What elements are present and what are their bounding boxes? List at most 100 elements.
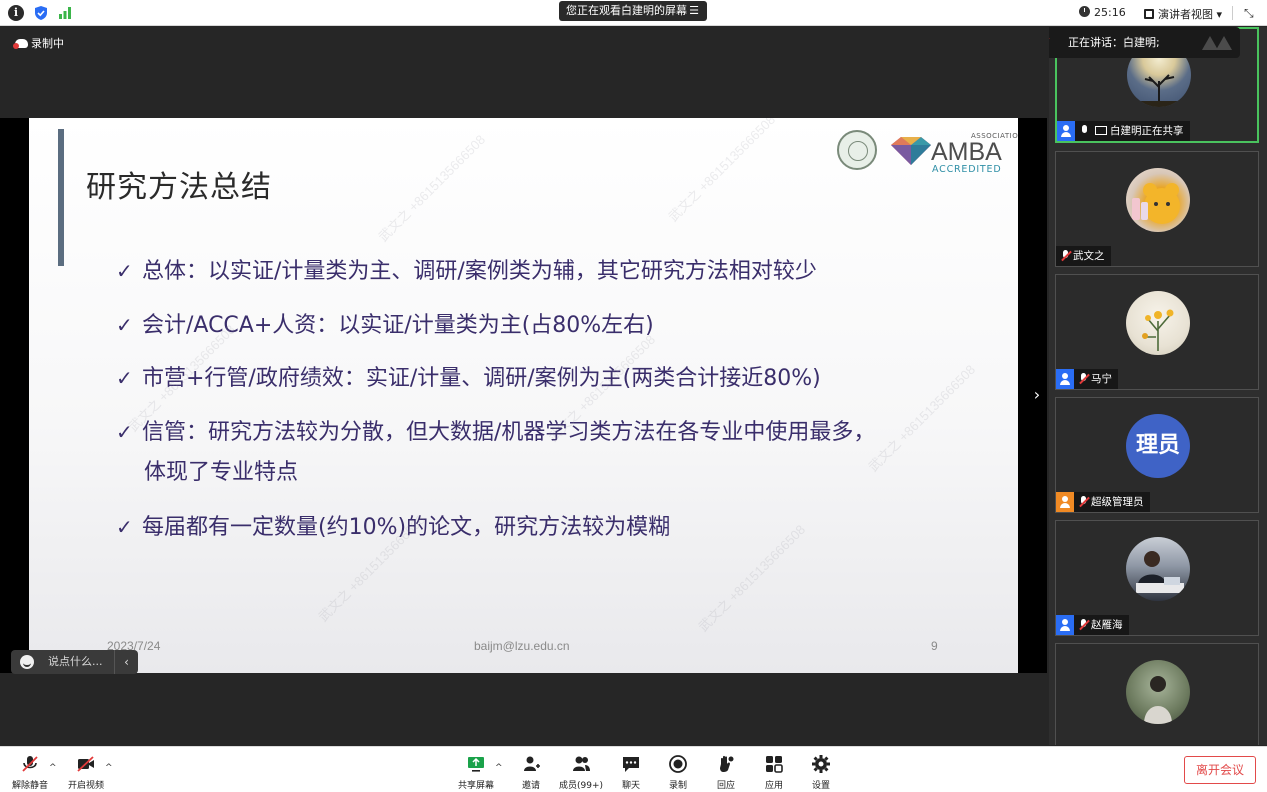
emoji-icon[interactable] [20,655,34,669]
amba-text: AMBA [931,138,1002,166]
start-video-button[interactable]: 开启视频 [64,750,108,791]
muted-mic-icon [1077,369,1091,389]
view-mode-label: 演讲者视图 [1158,8,1213,21]
flower-icon [1142,309,1174,351]
gear-icon [812,755,830,773]
speaking-banner: 正在讲话：白建明; [1049,27,1240,58]
amba-logo: ASSOCIATION AMBA ACCREDITED [889,130,1018,175]
bullet-4-text: 信管：研究方法较为分散，但大数据/机器学习类方法在各专业中使用最多， [142,420,876,445]
signal-icon[interactable] [57,5,73,21]
invite-icon [524,756,540,771]
cloud-record-icon [13,39,28,49]
participant-name: 白建明正在共享 [1110,125,1184,137]
participant-panel: 白建明正在共享 正在讲话：白建明; 武文之 马宁 理员 超级管理员 赵雁海 [1049,27,1267,745]
check-icon: ✓ [116,515,133,539]
speaking-text: 正在讲话：白建明; [1068,36,1160,49]
shield-icon[interactable] [33,5,49,21]
muted-mic-icon [1077,615,1091,635]
top-status-bar: i 您正在观看白建明的屏幕 ☰ 25:16 演讲者视图 ▾ ⤡ [0,0,1267,26]
check-icon: ✓ [116,259,133,283]
unmute-button[interactable]: 解除静音 [8,750,52,791]
timer-text: 25:16 [1094,6,1126,19]
menu-icon: ☰ [689,4,699,17]
quick-chat-input[interactable]: 说点什么... ‹ [11,650,138,674]
share-status-pill[interactable]: 您正在观看白建明的屏幕 ☰ [559,1,707,21]
watermark: 武文之 +8615135666508 [665,118,779,225]
participant-tile[interactable]: 赵雁海 [1055,520,1259,636]
info-icon[interactable]: i [8,5,24,21]
chat-icon [623,757,639,772]
share-screen-label: 共享屏幕 [457,781,494,791]
leave-meeting-button[interactable]: 离开会议 [1184,756,1256,784]
check-icon: ✓ [116,366,133,390]
members-button[interactable]: 成员(99+) [558,750,604,791]
watermark: 武文之 +8615135666508 [695,521,809,635]
participant-name: 超级管理员 [1091,496,1144,508]
bullet-3: ✓ 市营+行管/政府绩效：实证/计量、调研/案例为主(两类合计接近80%) [116,358,821,399]
bullet-2: ✓ 会计/ACCA+人资：以实证/计量类为主(占80%左右) [116,305,654,346]
participant-name-tag: 超级管理员 [1056,492,1150,512]
participant-tile[interactable]: 理员 超级管理员 [1055,397,1259,513]
user-icon [1057,121,1075,141]
person-desk-icon [1136,551,1184,593]
avatar [1126,291,1190,355]
bottom-toolbar: 解除静音 ^ 开启视频 ^ 共享屏幕 ^ 邀请 成员(99+) 聊天 录制 回应… [0,746,1267,792]
bullet-3-text: 市营+行管/政府绩效：实证/计量、调研/案例为主(两类合计接近80%) [142,366,821,391]
plush-toy-icon [1132,183,1180,224]
chevron-up-icon[interactable]: ^ [495,763,503,773]
avatar: 理员 [1126,414,1190,478]
mic-icon [1078,121,1092,141]
apps-label: 应用 [764,781,783,791]
share-status-text: 您正在观看白建明的屏幕 [566,4,687,17]
settings-button[interactable]: 设置 [804,750,838,791]
invite-label: 邀请 [521,781,540,791]
participant-tile[interactable] [1055,643,1259,745]
meeting-timer: 25:16 [1079,6,1126,19]
check-icon: ✓ [116,313,133,337]
host-icon [1056,492,1074,512]
bullet-1-text: 总体：以实证/计量类为主、调研/案例类为辅，其它研究方法相对较少 [142,259,817,284]
participant-name: 马宁 [1091,373,1112,385]
react-hand-icon [720,755,734,772]
clock-icon [1079,6,1090,17]
amba-accredited-text: ACCREDITED [932,164,1002,175]
chevron-up-icon[interactable]: ^ [49,763,57,773]
record-button[interactable]: 录制 [661,750,695,791]
record-icon [669,755,687,773]
slide-page-number: 9 [931,639,938,653]
react-button[interactable]: 回应 [709,750,743,791]
app-logo-icon [1202,36,1232,50]
person-photo-icon [1144,676,1172,724]
participant-name-tag: 武文之 [1056,246,1111,266]
muted-mic-icon [22,756,38,772]
apps-button[interactable]: 应用 [757,750,791,791]
muted-mic-icon [1049,38,1050,39]
screen-share-icon [1095,126,1107,135]
chat-button[interactable]: 聊天 [614,750,648,791]
chevron-up-icon[interactable]: ^ [105,763,113,773]
view-mode-icon [1144,9,1154,19]
chevron-right-icon[interactable]: › [1030,383,1044,407]
participant-tile[interactable]: 马宁 [1055,274,1259,390]
chevron-down-icon: ▾ [1216,8,1223,21]
recording-indicator: 录制中 [13,35,64,51]
share-screen-button[interactable]: 共享屏幕 [455,750,497,791]
chat-placeholder: 说点什么... [48,655,103,668]
meeting-window: i 您正在观看白建明的屏幕 ☰ 25:16 演讲者视图 ▾ ⤡ 录制中 研究方法… [0,0,1267,792]
invite-button[interactable]: 邀请 [514,750,548,791]
start-video-label: 开启视频 [67,781,104,791]
avatar [1126,660,1190,724]
react-label: 回应 [716,781,735,791]
apps-icon [766,756,783,773]
participant-name-tag: 赵雁海 [1056,615,1129,635]
muted-mic-icon [1059,246,1073,266]
participant-name: 武文之 [1073,250,1105,262]
user-icon [1056,369,1074,389]
participant-name: 赵雁海 [1091,619,1123,631]
recording-label: 录制中 [31,37,64,50]
exit-fullscreen-icon[interactable]: ⤡ [1244,6,1254,21]
participant-tile[interactable]: 武文之 [1055,151,1259,267]
collapse-chat-button[interactable]: ‹ [114,650,138,674]
view-mode-selector[interactable]: 演讲者视图 ▾ [1144,6,1222,22]
record-label: 录制 [668,781,687,791]
